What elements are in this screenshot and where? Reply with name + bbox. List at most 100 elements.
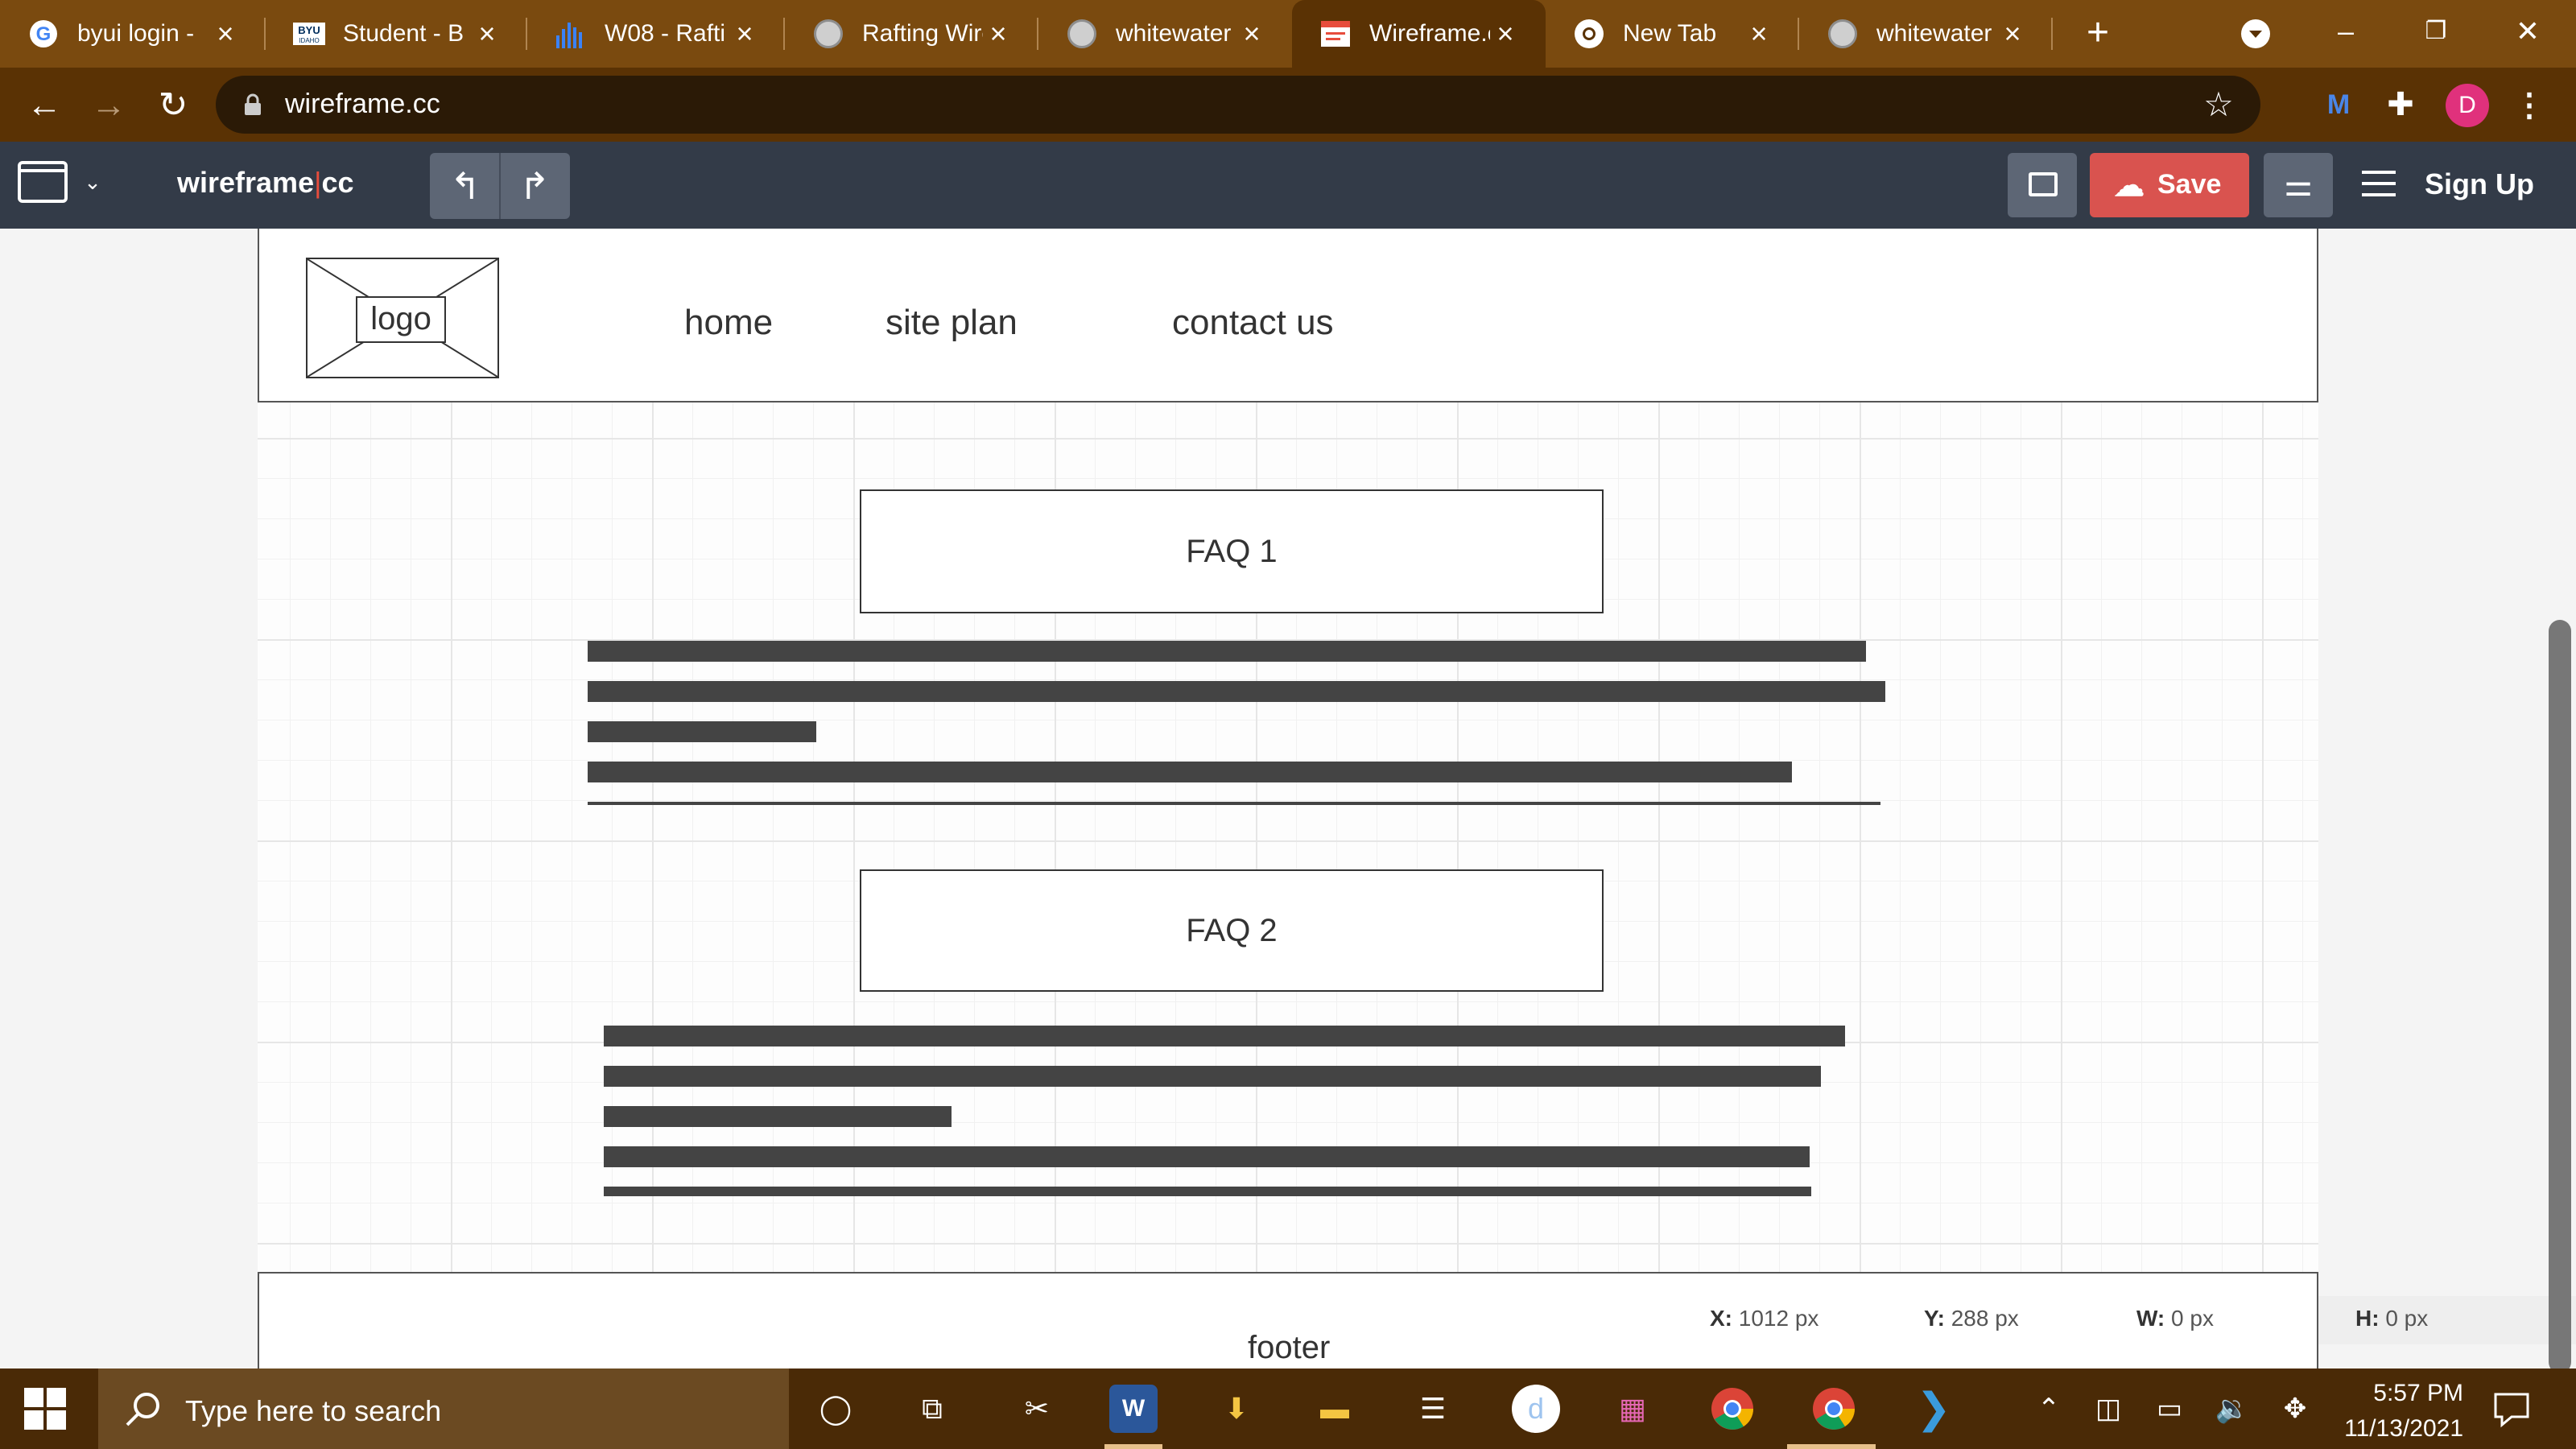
windows-start-icon[interactable] (24, 1388, 66, 1430)
wireframe-icon (1319, 18, 1352, 50)
battery-icon[interactable]: ▭ (2149, 1386, 2190, 1431)
volume-icon[interactable]: 🔉 (2212, 1386, 2252, 1431)
close-tab-icon[interactable]: × (471, 18, 503, 50)
tab-wireframe-cc[interactable]: Wireframe.c × (1292, 0, 1546, 68)
nav-home[interactable]: home (684, 303, 773, 343)
restore-window-icon[interactable]: ❐ (2412, 11, 2460, 52)
text-line[interactable] (604, 1026, 1845, 1046)
text-line[interactable] (604, 1066, 1821, 1087)
footer-label: footer (1248, 1330, 1331, 1365)
byu-idaho-icon: BYU IDAHO (293, 18, 325, 50)
new-tab-plus-icon[interactable]: + (2079, 14, 2117, 53)
omnibox[interactable]: wireframe.cc ☆ (216, 76, 2260, 134)
redo-icon[interactable]: ↱ (510, 164, 559, 208)
extension-m-icon[interactable]: M (2318, 87, 2359, 122)
close-window-icon[interactable]: ✕ (2504, 11, 2552, 52)
nav-contact-us[interactable]: contact us (1172, 303, 1334, 343)
tab-search-icon[interactable] (2241, 19, 2270, 48)
text-line[interactable] (604, 1106, 952, 1127)
tab-title: W08 - Rafting (605, 20, 725, 47)
download-folder-icon[interactable]: ⬇ (1212, 1385, 1261, 1433)
faq-1-title-box[interactable]: FAQ 1 (860, 489, 1604, 613)
url-text[interactable]: wireframe.cc (285, 89, 440, 120)
clock-date[interactable]: 11/13/2021 (2318, 1415, 2463, 1443)
tab-title: whitewater (1876, 20, 1992, 47)
show-hidden-icons-icon[interactable]: ⌃ (2029, 1386, 2069, 1431)
undo-redo-divider (499, 153, 501, 219)
globe-icon (812, 18, 844, 50)
browser-tab-strip: G byui login - × BYU IDAHO Student - By ×… (0, 0, 2576, 68)
text-line[interactable] (604, 1187, 1811, 1196)
text-line[interactable] (588, 681, 1885, 702)
y-value: 288 px (1951, 1306, 2019, 1331)
text-line[interactable] (588, 721, 816, 742)
chrome-active-icon[interactable] (1810, 1385, 1858, 1433)
text-line[interactable] (588, 641, 1866, 662)
task-view-icon[interactable]: ⧉ (908, 1385, 956, 1433)
search-icon (126, 1393, 159, 1426)
cortana-icon[interactable]: ◯ (811, 1385, 860, 1433)
meet-now-icon[interactable]: ◫ (2088, 1386, 2128, 1431)
window-icon[interactable] (18, 161, 68, 203)
forward-arrow-icon[interactable]: → (87, 84, 130, 127)
chevron-down-icon[interactable]: ⌄ (79, 166, 106, 198)
tab-student-byui[interactable]: BYU IDAHO Student - By × (266, 0, 527, 68)
tab-separator (2051, 18, 2053, 50)
app-logo[interactable]: wireframe|cc (177, 166, 354, 200)
hamburger-menu-icon[interactable] (2362, 171, 2396, 198)
tab-rafting-wireframe[interactable]: Rafting Wire × (785, 0, 1038, 68)
nav-site-plan[interactable]: site plan (886, 303, 1018, 343)
tab-byui-login[interactable]: G byui login - × (0, 0, 266, 68)
close-tab-icon[interactable]: × (1489, 18, 1521, 50)
tab-whitewater[interactable]: whitewater × (1038, 0, 1292, 68)
sign-up-link[interactable]: Sign Up (2425, 167, 2534, 201)
tab-title: New Tab (1623, 20, 1717, 47)
notifications-icon[interactable] (2491, 1388, 2533, 1430)
svg-text:BYU: BYU (298, 24, 320, 36)
profile-avatar[interactable]: D (2446, 84, 2489, 127)
tab-new-tab[interactable]: New Tab × (1546, 0, 1799, 68)
dropbox-icon[interactable]: ✥ (2275, 1386, 2315, 1431)
close-tab-icon[interactable]: × (982, 18, 1014, 50)
file-explorer-icon[interactable]: ▬ (1311, 1385, 1359, 1433)
books-icon[interactable]: ☰ (1409, 1385, 1457, 1433)
text-line[interactable] (604, 1146, 1810, 1167)
taskbar-search-box[interactable]: Type here to search (98, 1368, 789, 1449)
close-tab-icon[interactable]: × (1743, 18, 1775, 50)
clock-time[interactable]: 5:57 PM (2334, 1380, 2463, 1407)
x-label: X: (1710, 1306, 1732, 1331)
snip-tool-icon[interactable]: ✂ (1013, 1385, 1061, 1433)
browser-menu-icon[interactable]: ⋮ (2512, 84, 2547, 127)
active-app-indicator (1104, 1444, 1162, 1449)
svg-text:IDAHO: IDAHO (299, 37, 319, 44)
x-value: 1012 px (1738, 1306, 1819, 1331)
extensions-puzzle-icon[interactable]: ✚ (2381, 85, 2420, 124)
word-icon[interactable]: W (1109, 1385, 1158, 1433)
paint-icon[interactable]: ▦ (1608, 1385, 1657, 1433)
back-arrow-icon[interactable]: ← (23, 84, 66, 127)
dell-icon[interactable]: d (1512, 1385, 1560, 1433)
tab-w08-rafting[interactable]: W08 - Rafting × (527, 0, 785, 68)
wireframe-header[interactable]: logo home site plan contact us (258, 229, 2318, 402)
vertical-scrollbar[interactable] (2549, 620, 2571, 1368)
reload-icon[interactable]: ↻ (151, 84, 195, 127)
close-tab-icon[interactable]: × (729, 18, 761, 50)
comment-button[interactable] (2008, 153, 2077, 217)
text-line[interactable] (588, 762, 1792, 782)
save-button[interactable]: ☁ Save (2090, 153, 2249, 217)
vscode-icon[interactable]: ❯ (1909, 1385, 1958, 1433)
close-tab-icon[interactable]: × (1996, 18, 2029, 50)
undo-icon[interactable]: ↰ (441, 164, 489, 208)
close-tab-icon[interactable]: × (209, 18, 242, 50)
tab-whitewater-2[interactable]: whitewater × (1799, 0, 2053, 68)
logo-placeholder[interactable]: logo (306, 258, 499, 378)
divider-line[interactable] (588, 802, 1880, 805)
minimize-window-icon[interactable]: – (2322, 11, 2370, 52)
faq-2-title-box[interactable]: FAQ 2 (860, 869, 1604, 992)
chrome-taskbar-icon[interactable] (1708, 1385, 1757, 1433)
settings-sliders-button[interactable]: ⚌ (2264, 153, 2333, 217)
wireframe-canvas[interactable]: logo home site plan contact us FAQ 1 FAQ… (0, 229, 2576, 1368)
close-tab-icon[interactable]: × (1236, 18, 1268, 50)
chrome-icon (1573, 18, 1605, 50)
bookmark-star-icon[interactable]: ☆ (2199, 85, 2238, 124)
